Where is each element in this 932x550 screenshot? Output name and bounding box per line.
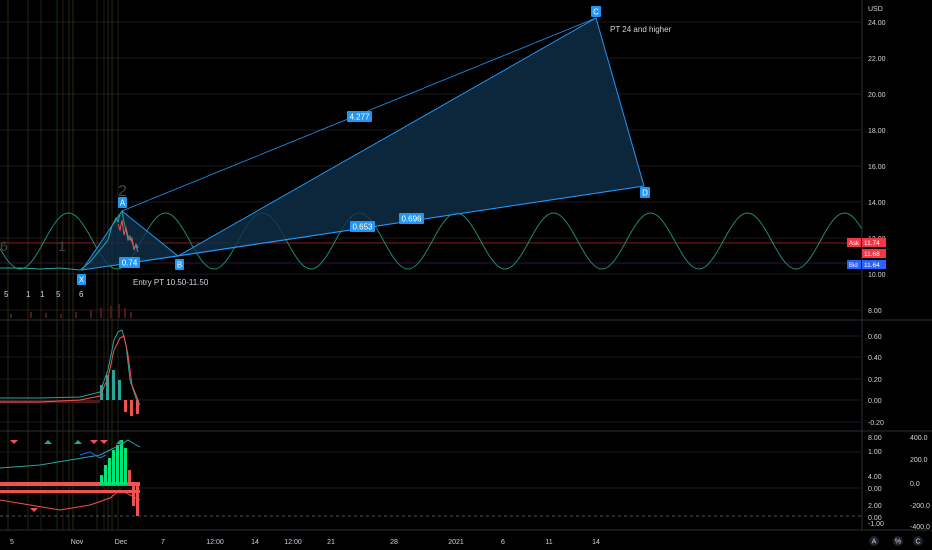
entry-annotation: Entry PT 10.50-11.50 [133, 278, 209, 287]
osc2-left-tick-label: 2.00 [868, 503, 882, 510]
svg-text:Ask: Ask [849, 241, 860, 247]
bottom-toolbar[interactable]: A% C [869, 536, 923, 546]
svg-text:C: C [593, 8, 599, 17]
time-tick-label: 14 [592, 539, 600, 546]
osc2-left-tick-label: 4.00 [868, 474, 882, 481]
osc2-right-tick-label: 400.0 [910, 435, 928, 442]
svg-text:11.68: 11.68 [864, 251, 880, 258]
svg-text:0.74: 0.74 [122, 259, 138, 268]
price-tick-label: 16.00 [868, 164, 886, 171]
target-annotation: PT 24 and higher [610, 25, 672, 34]
mid-price-tag: 11.68 [862, 249, 886, 258]
price-axis[interactable]: 24.0022.0020.0018.0016.0014.0012.0010.00… [868, 20, 886, 315]
bid-price-tag: Bid 11.64 [847, 260, 886, 269]
currency-label: USD [868, 6, 883, 13]
time-tick-label: 21 [327, 539, 335, 546]
wave-count-digit: 6 [79, 290, 84, 299]
oscillator-2-axis-right[interactable]: 400.0 200.0 0.0 -200.0 -400.0 [910, 435, 930, 531]
svg-text:Bid: Bid [849, 263, 858, 269]
ask-price-tag: Ask 11.74 [847, 238, 886, 247]
point-b-label: B [175, 259, 184, 270]
svg-text:11.74: 11.74 [864, 240, 880, 247]
wave-count-digit: 5 [56, 290, 61, 299]
price-tick-label: 14.00 [868, 200, 886, 207]
osc2-left-tick-label: 1.00 [868, 449, 882, 456]
svg-text:X: X [79, 276, 85, 285]
osc1-tick-label: -0.20 [868, 420, 884, 427]
price-tick-label: 24.00 [868, 20, 886, 27]
time-tick-label: Nov [71, 539, 84, 546]
oscillator-1-pane[interactable] [0, 329, 862, 423]
osc2-right-tick-label: -200.0 [910, 503, 930, 510]
chart-canvas[interactable]: X A B C D 0.74 4.277 0.653 0.696 PT 24 a… [0, 0, 932, 550]
wave-count-left: 6 [0, 238, 8, 254]
oscillator-2-axis-left[interactable]: 8.001.004.000.002.000.00-1.00 [868, 435, 884, 528]
osc2-right-tick-label: 0.0 [910, 481, 920, 488]
price-tick-label: 10.00 [868, 272, 886, 279]
oscillator-1-axis[interactable]: 0.60 0.40 0.20 0.00 -0.20 [868, 334, 884, 427]
toolbar-icon: % [895, 539, 901, 546]
osc1-tick-label: 0.00 [868, 398, 882, 405]
time-tick-label: 12:00 [206, 539, 224, 546]
wave-count-bottom: 5 11 5 6 [4, 290, 84, 299]
wave-count-left2: 1 [58, 238, 66, 254]
time-tick-label: Dec [115, 539, 128, 546]
osc2-right-tick-label: 200.0 [910, 457, 928, 464]
osc1-tick-label: 0.60 [868, 334, 882, 341]
time-tick-label: 6 [501, 539, 505, 546]
wave-count-digit: 1 [26, 290, 31, 299]
time-tick-label: 28 [390, 539, 398, 546]
svg-text:0.653: 0.653 [352, 223, 373, 232]
ratio-abc-label: 4.277 [347, 111, 372, 122]
price-tick-label: 8.00 [868, 308, 882, 315]
time-tick-label: 7 [161, 539, 165, 546]
time-tick-label: 11 [545, 539, 552, 546]
osc1-tick-label: 0.20 [868, 377, 882, 384]
wave-count-digit: 1 [40, 290, 45, 299]
price-tick-label: 18.00 [868, 128, 886, 135]
svg-text:D: D [642, 189, 648, 198]
osc1-tick-label: 0.40 [868, 355, 882, 362]
svg-text:B: B [177, 261, 182, 270]
ratio-xad-label: 0.696 [399, 213, 424, 224]
ratio-xab-label: 0.74 [119, 257, 140, 268]
wave-count-digit: 5 [4, 290, 9, 299]
svg-text:4.277: 4.277 [349, 113, 370, 122]
osc2-left-tick-label: -1.00 [868, 521, 884, 528]
time-axis[interactable]: 5 Nov Dec 7 12:00 14 12:00 21 28 2021 6 11 14 [10, 539, 600, 546]
toolbar-icon: A [872, 539, 877, 546]
osc2-right-tick-label: -400.0 [910, 524, 930, 531]
ratio-bcd-label: 0.653 [350, 221, 375, 232]
point-d-label: D [640, 187, 650, 198]
svg-text:11.64: 11.64 [864, 262, 880, 269]
toolbar-icon: C [915, 539, 920, 546]
point-c-label: C [591, 6, 601, 17]
price-tick-label: 20.00 [868, 92, 886, 99]
svg-text:0.696: 0.696 [401, 215, 422, 224]
wave-count-top: 2 [118, 183, 127, 200]
time-tick-label: 2021 [448, 539, 464, 546]
time-tick-label: 12:00 [284, 539, 302, 546]
xabcd-pattern[interactable] [80, 17, 645, 271]
osc2-left-tick-label: 0.00 [868, 486, 882, 493]
point-x-label: X [77, 274, 86, 285]
time-tick-label: 14 [251, 539, 259, 546]
price-tick-label: 22.00 [868, 56, 886, 63]
oscillator-2-pane[interactable] [0, 439, 862, 517]
osc2-left-tick-label: 8.00 [868, 435, 882, 442]
time-tick-label: 5 [10, 539, 14, 546]
